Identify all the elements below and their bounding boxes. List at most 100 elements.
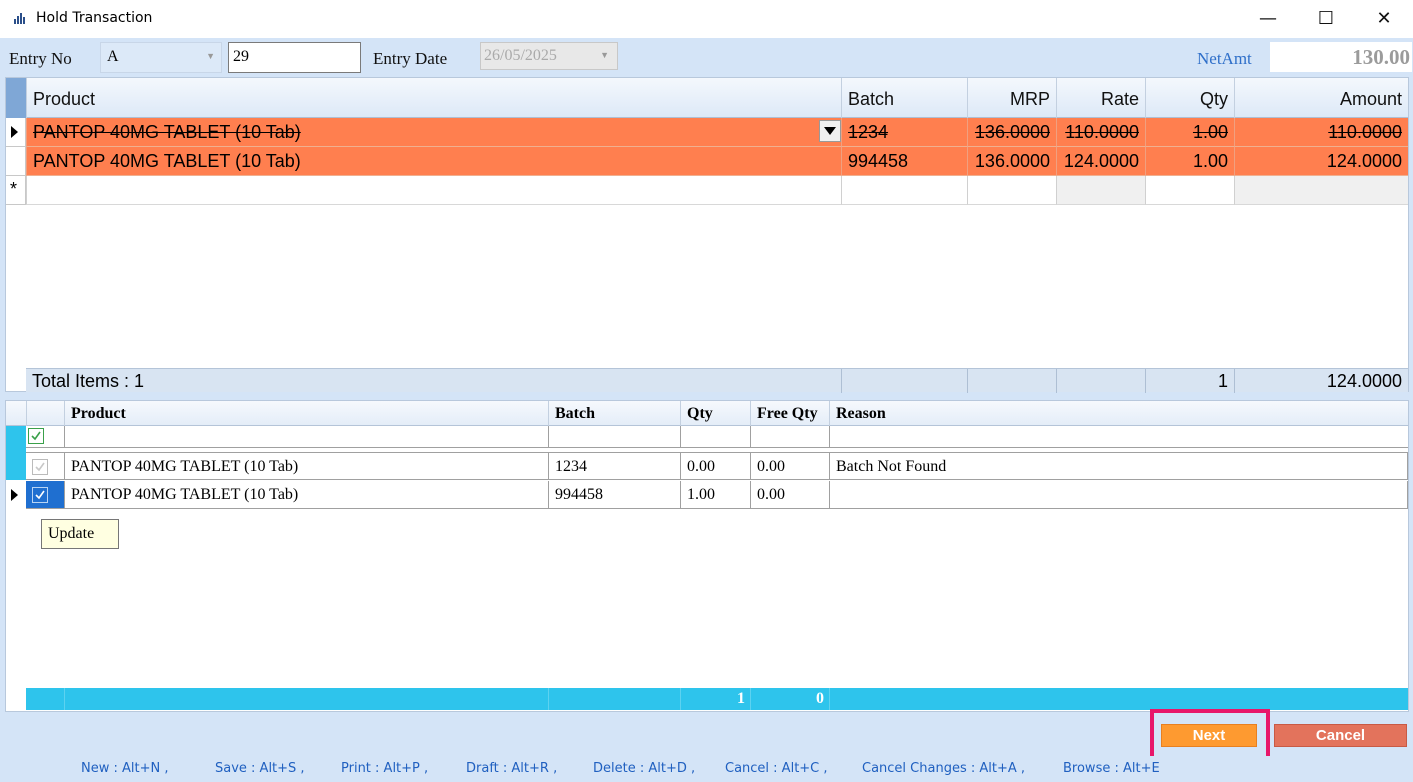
col-product[interactable]: Product [64, 401, 548, 426]
row-checkbox[interactable] [32, 459, 48, 475]
shortcut-new: New : Alt+N , [81, 761, 169, 776]
qty-cell[interactable]: 0.00 [680, 452, 750, 480]
product-cell[interactable]: PANTOP 40MG TABLET (10 Tab) [64, 452, 548, 480]
reason-cell[interactable] [829, 481, 1408, 509]
filter-qty[interactable] [680, 426, 750, 448]
entry-number-input[interactable]: 29 [228, 42, 361, 73]
total-batch [841, 369, 967, 393]
batch-cell[interactable]: 1234 [548, 452, 680, 480]
col-free-qty[interactable]: Free Qty [750, 401, 829, 426]
shortcut-cancel-changes: Cancel Changes : Alt+A , [862, 761, 1026, 776]
minimize-button[interactable]: — [1239, 0, 1297, 38]
mrp-cell[interactable]: 136.0000 [967, 118, 1056, 147]
qty-cell[interactable]: 1.00 [1145, 118, 1234, 147]
product-dropdown-button[interactable] [819, 120, 841, 142]
col-mrp[interactable]: MRP [967, 78, 1056, 118]
amount-cell[interactable]: 124.0000 [1234, 147, 1408, 176]
table-row[interactable]: PANTOP 40MG TABLET (10 Tab) 1234 0.00 0.… [26, 452, 1408, 480]
row-header[interactable]: * [6, 176, 26, 205]
batch-cell[interactable]: 994458 [841, 147, 967, 176]
product-cell[interactable] [26, 176, 841, 205]
table-row[interactable]: PANTOP 40MG TABLET (10 Tab) 994458 1.00 … [11, 481, 1408, 509]
col-batch[interactable]: Batch [548, 401, 680, 426]
shortcut-bar: New : Alt+N , Save : Alt+S , Print : Alt… [0, 756, 1413, 782]
select-all-cell[interactable] [26, 426, 64, 448]
reason-cell[interactable]: Batch Not Found [829, 452, 1408, 480]
next-button[interactable]: Next [1161, 724, 1257, 747]
shortcut-browse: Browse : Alt+E [1063, 761, 1160, 776]
row-header[interactable] [6, 147, 26, 176]
product-cell[interactable]: PANTOP 40MG TABLET (10 Tab) [64, 481, 548, 509]
filter-batch[interactable] [548, 426, 680, 448]
rate-cell[interactable]: 110.0000 [1056, 118, 1145, 147]
shortcut-save: Save : Alt+S , [215, 761, 305, 776]
col-amount[interactable]: Amount [1234, 78, 1408, 118]
col-reason[interactable]: Reason [829, 401, 1408, 426]
total-items-label: Total Items : 1 [32, 371, 145, 391]
footer-free-qty: 0 [750, 688, 829, 710]
table-row[interactable]: PANTOP 40MG TABLET (10 Tab) 994458 136.0… [6, 147, 1408, 176]
maximize-button[interactable]: ☐ [1297, 0, 1355, 38]
select-all-row[interactable] [26, 426, 1408, 448]
total-rate [1056, 369, 1145, 393]
product-cell[interactable]: PANTOP 40MG TABLET (10 Tab) [26, 147, 841, 176]
check-icon [31, 431, 41, 441]
row-checkbox[interactable] [32, 487, 48, 503]
app-icon [14, 12, 28, 24]
footer-select [26, 688, 64, 710]
main-panel: Entry No A ▼ 29 Entry Date 26/05/2025 ▼ … [0, 38, 1413, 782]
hold-grid-header: Product Batch Qty Free Qty Reason [6, 401, 1408, 426]
hold-grid-footer: 1 0 [26, 688, 1408, 710]
product-cell[interactable]: PANTOP 40MG TABLET (10 Tab) [26, 118, 841, 147]
select-cell[interactable] [26, 481, 64, 509]
amount-cell[interactable] [1234, 176, 1408, 205]
footer-batch [548, 688, 680, 710]
filter-product[interactable] [64, 426, 548, 448]
entry-series-select[interactable]: A ▼ [100, 42, 222, 73]
select-all-checkbox[interactable] [28, 428, 44, 444]
footer-product [64, 688, 548, 710]
row-header[interactable] [6, 118, 26, 147]
close-button[interactable]: ✕ [1355, 0, 1413, 38]
qty-cell[interactable]: 1.00 [1145, 147, 1234, 176]
batch-cell[interactable] [841, 176, 967, 205]
mrp-cell[interactable] [967, 176, 1056, 205]
mrp-cell[interactable]: 136.0000 [967, 147, 1056, 176]
col-select[interactable] [26, 401, 64, 426]
batch-cell[interactable]: 1234 [841, 118, 967, 147]
netamt-value: 130.00 [1270, 42, 1412, 72]
qty-cell[interactable] [1145, 176, 1234, 205]
entry-no-label: Entry No [9, 49, 72, 68]
filter-free-qty[interactable] [750, 426, 829, 448]
entry-date-label: Entry Date [373, 49, 448, 68]
filter-reason[interactable] [829, 426, 1408, 448]
new-row-icon: * [10, 179, 18, 199]
free-qty-cell[interactable]: 0.00 [750, 452, 829, 480]
free-qty-cell[interactable]: 0.00 [750, 481, 829, 509]
footer-qty: 1 [680, 688, 750, 710]
col-product[interactable]: Product [26, 78, 841, 118]
rate-cell[interactable] [1056, 176, 1145, 205]
shortcut-draft: Draft : Alt+R , [466, 761, 558, 776]
netamt-label: NetAmt [1197, 49, 1252, 68]
title-bar: Hold Transaction — ☐ ✕ [0, 0, 1413, 38]
table-row[interactable]: PANTOP 40MG TABLET (10 Tab) 1234 136.000… [6, 118, 1408, 147]
new-row[interactable]: * [6, 176, 1408, 205]
items-grid-header: Product Batch MRP Rate Qty Amount [6, 78, 1408, 118]
grid-corner [6, 78, 26, 118]
rate-cell[interactable]: 124.0000 [1056, 147, 1145, 176]
col-qty[interactable]: Qty [1145, 78, 1234, 118]
batch-cell[interactable]: 994458 [548, 481, 680, 509]
col-qty[interactable]: Qty [680, 401, 750, 426]
amount-cell[interactable]: 110.0000 [1234, 118, 1408, 147]
entry-date-picker[interactable]: 26/05/2025 ▼ [480, 42, 618, 70]
col-rate[interactable]: Rate [1056, 78, 1145, 118]
cancel-button[interactable]: Cancel [1274, 724, 1407, 747]
total-mrp [967, 369, 1056, 393]
col-batch[interactable]: Batch [841, 78, 967, 118]
qty-cell[interactable]: 1.00 [680, 481, 750, 509]
footer-reason [829, 688, 1408, 710]
items-grid[interactable]: Product Batch MRP Rate Qty Amount PANTOP… [5, 77, 1409, 393]
hold-grid[interactable]: Product Batch Qty Free Qty Reason PANTOP… [5, 400, 1409, 712]
select-cell[interactable] [26, 452, 64, 480]
